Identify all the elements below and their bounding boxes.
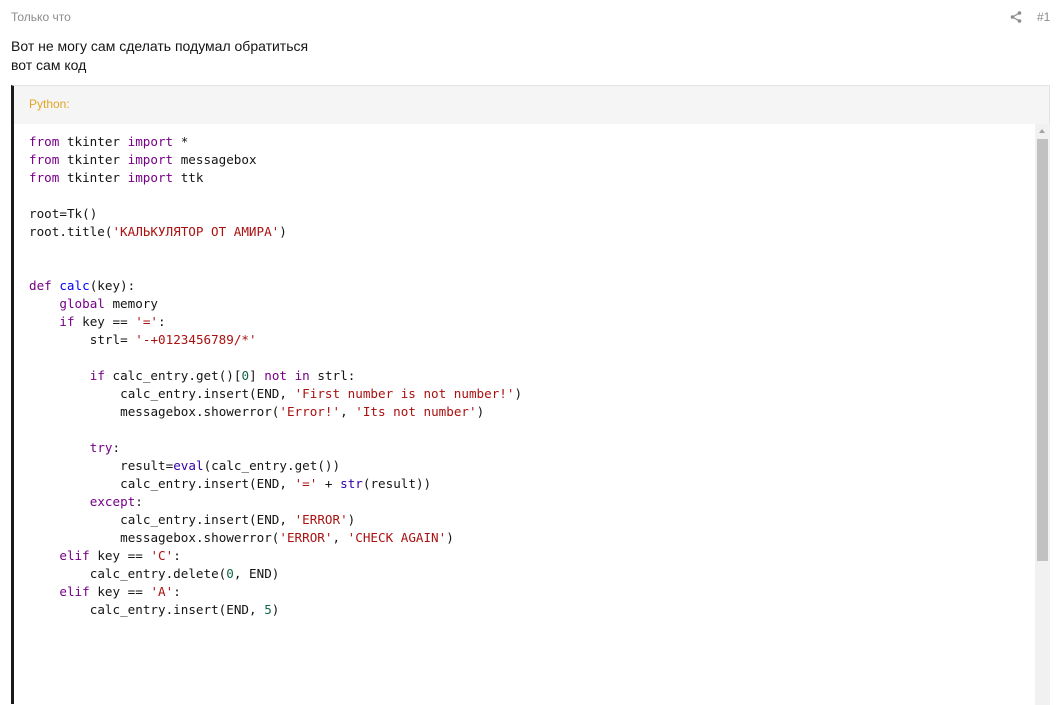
code-string: '=' [135, 314, 159, 329]
post-message-line: вот сам код [11, 57, 87, 73]
post-header: Только что #1 [0, 0, 1060, 34]
code-keyword: def [29, 278, 52, 293]
code-keyword: elif [59, 548, 90, 563]
code-string: 'Error!' [279, 404, 341, 419]
code-keyword: except [89, 494, 136, 509]
post-message-line: Вот не могу сам сделать подумал обратить… [11, 38, 309, 54]
share-icon[interactable] [1009, 10, 1023, 24]
code-keyword: from [29, 170, 60, 185]
code-string: 'ERROR' [279, 530, 333, 545]
post-time: Только что [11, 10, 71, 24]
code-builtin: str [340, 476, 363, 491]
code-keyword: import [127, 152, 174, 167]
code-number: 5 [264, 602, 272, 617]
code-string: '=' [294, 476, 318, 491]
code-function-name: calc [59, 278, 90, 293]
code-content: from tkinter import * from tkinter impor… [29, 134, 523, 617]
code-string: '-+0123456789/*' [135, 332, 257, 347]
code-string: 'Its not number' [355, 404, 477, 419]
code-number: 0 [241, 368, 250, 383]
code-keyword: not [264, 368, 287, 383]
code-string: 'CHECK AGAIN' [347, 530, 447, 545]
scroll-up-arrow-icon[interactable] [1035, 124, 1050, 138]
code-keyword: if [89, 368, 105, 383]
code-keyword: global [59, 296, 105, 311]
code-string: 'ERROR' [294, 512, 348, 527]
code-keyword: elif [59, 584, 90, 599]
code-language-label: Python: [29, 97, 70, 111]
code-string: 'C' [150, 548, 174, 563]
post-number-link[interactable]: #1 [1037, 10, 1050, 24]
code-keyword: if [59, 314, 75, 329]
code-keyword: from [29, 152, 60, 167]
code-viewport[interactable]: from tkinter import * from tkinter impor… [14, 124, 1035, 705]
post-message: Вот не могу сам сделать подумал обратить… [11, 37, 308, 75]
code-string: 'КАЛЬКУЛЯТОР ОТ АМИРА' [112, 224, 280, 239]
code-keyword: try [89, 440, 113, 455]
code-keyword: import [127, 170, 174, 185]
code-string: 'A' [150, 584, 174, 599]
code-keyword: from [29, 134, 60, 149]
code-block: Python: from tkinter import * from tkint… [11, 85, 1050, 705]
code-string: 'First number is not number!' [294, 386, 515, 401]
scrollbar-thumb[interactable] [1037, 139, 1048, 561]
code-scrollbar[interactable] [1035, 124, 1050, 705]
code-keyword: import [127, 134, 174, 149]
code-number: 0 [226, 566, 234, 581]
code-keyword: in [294, 368, 310, 383]
code-builtin: eval [173, 458, 204, 473]
